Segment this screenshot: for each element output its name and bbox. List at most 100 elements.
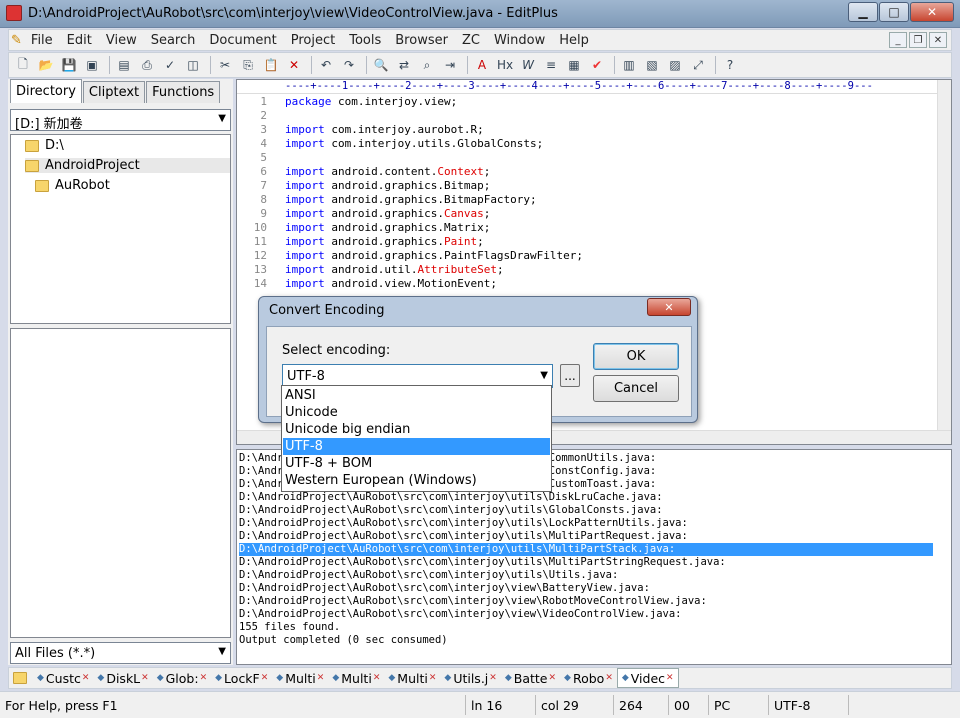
font-icon[interactable]: A <box>472 55 492 75</box>
close-button[interactable]: ✕ <box>910 2 954 22</box>
menu-window[interactable]: Window <box>487 33 552 48</box>
drive-select[interactable]: [D:] 新加卷 ▼ <box>10 109 231 132</box>
cut-icon[interactable]: ✂ <box>215 55 235 75</box>
document-tab[interactable]: ◆ Videc ✕ <box>616 668 679 688</box>
menu-edit[interactable]: Edit <box>60 33 99 48</box>
encoding-option[interactable]: UTF-8 <box>283 438 550 455</box>
close-icon[interactable]: ✕ <box>261 673 269 683</box>
output-line[interactable]: D:\AndroidProject\AuRobot\src\com\interj… <box>239 543 933 556</box>
document-tab[interactable]: ◆ LockF ✕ <box>211 668 272 688</box>
output-line[interactable]: D:\AndroidProject\AuRobot\src\com\interj… <box>239 608 933 621</box>
tree-item-androidproject[interactable]: AndroidProject <box>25 158 230 173</box>
close-icon[interactable]: ✕ <box>429 673 437 683</box>
fullscreen-icon[interactable]: ⤢ <box>688 55 708 75</box>
document-tab[interactable]: ◆ Custc ✕ <box>33 668 93 688</box>
mdi-minimize-button[interactable]: _ <box>889 32 907 48</box>
output-pane-icon[interactable]: ▨ <box>665 55 685 75</box>
mdi-restore-button[interactable]: ❐ <box>909 32 927 48</box>
document-tab[interactable]: ◆ Multi ✕ <box>384 668 440 688</box>
menu-tools[interactable]: Tools <box>342 33 388 48</box>
redo-icon[interactable]: ↷ <box>339 55 359 75</box>
close-icon[interactable]: ✕ <box>489 673 497 683</box>
output-line[interactable]: Output completed (0 sec consumed) <box>239 634 933 647</box>
close-icon[interactable]: ✕ <box>317 673 325 683</box>
menu-zc[interactable]: ZC <box>455 33 487 48</box>
menu-help[interactable]: Help <box>552 33 596 48</box>
encoding-option[interactable]: Western European (Windows) <box>283 472 550 489</box>
new-file-icon[interactable]: 🗋 <box>13 55 33 75</box>
find-in-files-icon[interactable]: ⌕ <box>417 55 437 75</box>
ok-button[interactable]: OK <box>593 343 679 370</box>
tab-directory[interactable]: Directory <box>10 79 82 103</box>
menu-document[interactable]: Document <box>202 33 283 48</box>
save-icon[interactable]: 💾 <box>59 55 79 75</box>
ruler-icon[interactable]: ▦ <box>564 55 584 75</box>
mdi-close-button[interactable]: ✕ <box>929 32 947 48</box>
menu-browser[interactable]: Browser <box>388 33 455 48</box>
browse-encoding-button[interactable]: ... <box>560 364 580 387</box>
hex-icon[interactable]: Hx <box>495 55 515 75</box>
editor-vertical-scrollbar[interactable] <box>937 80 951 432</box>
document-tab[interactable]: ◆ Multi ✕ <box>272 668 328 688</box>
paste-icon[interactable]: 📋 <box>261 55 281 75</box>
close-icon[interactable]: ✕ <box>605 673 613 683</box>
output-line[interactable]: D:\AndroidProject\AuRobot\src\com\interj… <box>239 569 933 582</box>
document-tab[interactable]: ◆ Utils.j ✕ <box>440 668 500 688</box>
document-tab[interactable]: ◆ DiskL ✕ <box>93 668 152 688</box>
output-line[interactable]: 155 files found. <box>239 621 933 634</box>
document-tab[interactable]: ◆ Glob: ✕ <box>153 668 211 688</box>
word-wrap-icon[interactable]: W <box>518 55 538 75</box>
encoding-option[interactable]: Unicode <box>283 404 550 421</box>
line-number-icon[interactable]: ≡ <box>541 55 561 75</box>
close-icon[interactable]: ✕ <box>141 673 149 683</box>
document-tab[interactable]: ◆ Batte ✕ <box>501 668 560 688</box>
file-list[interactable] <box>10 328 231 638</box>
close-icon[interactable]: ✕ <box>200 673 208 683</box>
tab-functions[interactable]: Functions <box>146 81 221 103</box>
close-icon[interactable]: ✕ <box>373 673 381 683</box>
encoding-option[interactable]: UTF-8 + BOM <box>283 455 550 472</box>
close-icon[interactable]: ✕ <box>666 673 674 683</box>
delete-icon[interactable]: ✕ <box>284 55 304 75</box>
menu-file[interactable]: File <box>24 33 60 48</box>
cancel-button[interactable]: Cancel <box>593 375 679 402</box>
goto-line-icon[interactable]: ⇥ <box>440 55 460 75</box>
print-icon[interactable]: ⎙ <box>137 55 157 75</box>
close-icon[interactable]: ✕ <box>82 673 90 683</box>
context-help-icon[interactable]: ? <box>720 55 740 75</box>
output-line[interactable]: D:\AndroidProject\AuRobot\src\com\interj… <box>239 504 933 517</box>
open-folder-icon[interactable]: 📂 <box>36 55 56 75</box>
directory-pane-icon[interactable]: ▧ <box>642 55 662 75</box>
undo-icon[interactable]: ↶ <box>316 55 336 75</box>
menu-project[interactable]: Project <box>284 33 342 48</box>
document-tab[interactable]: ◆ Multi ✕ <box>328 668 384 688</box>
tree-item-aurobot[interactable]: AuRobot <box>35 178 110 193</box>
file-filter-select[interactable]: All Files (*.*) ▼ <box>10 642 231 664</box>
minimize-button[interactable]: ▁ <box>848 2 878 22</box>
save-all-icon[interactable]: ▣ <box>82 55 102 75</box>
check-icon[interactable]: ✔ <box>587 55 607 75</box>
menu-view[interactable]: View <box>99 33 144 48</box>
output-line[interactable]: D:\AndroidProject\AuRobot\src\com\interj… <box>239 582 933 595</box>
output-line[interactable]: D:\AndroidProject\AuRobot\src\com\interj… <box>239 530 933 543</box>
dialog-close-button[interactable]: ✕ <box>647 298 691 316</box>
replace-icon[interactable]: ⇄ <box>394 55 414 75</box>
menu-search[interactable]: Search <box>144 33 203 48</box>
print-preview-icon[interactable]: ▤ <box>114 55 134 75</box>
encoding-option[interactable]: Unicode big endian <box>283 421 550 438</box>
copy-icon[interactable]: ⎘ <box>238 55 258 75</box>
encoding-option[interactable]: ANSI <box>283 387 550 404</box>
output-line[interactable]: D:\AndroidProject\AuRobot\src\com\interj… <box>239 517 933 530</box>
cliptext-icon[interactable]: ▥ <box>619 55 639 75</box>
output-line[interactable]: D:\AndroidProject\AuRobot\src\com\interj… <box>239 556 933 569</box>
browser-icon[interactable]: ◫ <box>183 55 203 75</box>
spellcheck-icon[interactable]: ✓ <box>160 55 180 75</box>
output-line[interactable]: D:\AndroidProject\AuRobot\src\com\interj… <box>239 491 933 504</box>
find-icon[interactable]: 🔍 <box>371 55 391 75</box>
close-icon[interactable]: ✕ <box>548 673 556 683</box>
output-line[interactable]: D:\AndroidProject\AuRobot\src\com\interj… <box>239 595 933 608</box>
maximize-button[interactable]: □ <box>879 2 909 22</box>
tree-item-d[interactable]: D:\ <box>25 138 64 153</box>
document-tab[interactable]: ◆ Robo ✕ <box>560 668 617 688</box>
tab-cliptext[interactable]: Cliptext <box>82 81 146 103</box>
